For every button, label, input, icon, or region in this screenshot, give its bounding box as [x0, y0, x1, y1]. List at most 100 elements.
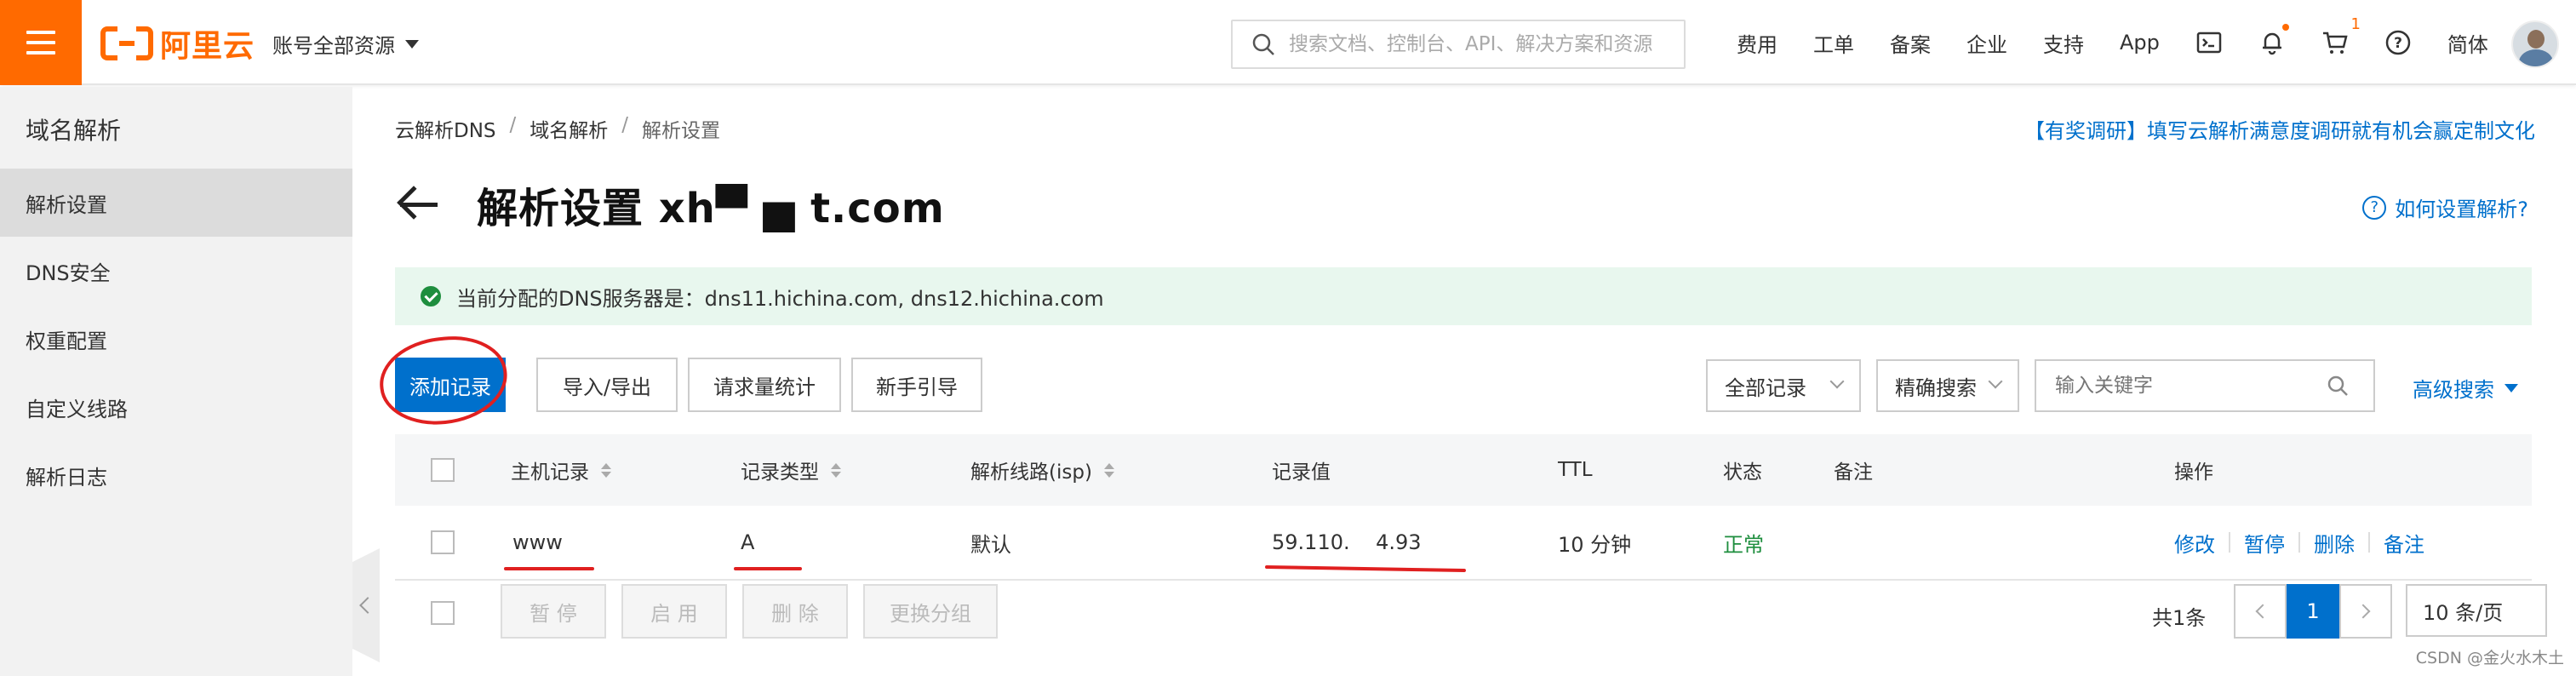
- advanced-search-toggle[interactable]: 高级搜索: [2413, 373, 2518, 403]
- sort-icon[interactable]: [831, 462, 841, 478]
- column-ttl: TTL: [1558, 459, 1593, 481]
- breadcrumb-current: 解析设置: [642, 120, 721, 142]
- record-filter-value: 全部记录: [1725, 375, 1806, 400]
- language-switch[interactable]: 简体: [2447, 28, 2488, 58]
- delete-record-link[interactable]: 删除: [2314, 528, 2355, 558]
- caret-down-icon: [2504, 383, 2518, 392]
- nav-tickets[interactable]: 工单: [1813, 28, 1854, 58]
- beginner-guide-button[interactable]: 新手引导: [851, 358, 982, 412]
- advanced-search-label: 高级搜索: [2413, 378, 2494, 402]
- sort-icon[interactable]: [1103, 462, 1114, 478]
- menu-icon[interactable]: [0, 0, 82, 85]
- caret-down-icon: [405, 39, 419, 49]
- request-stats-button[interactable]: 请求量统计: [688, 358, 841, 412]
- page-size-value: 10 条/页: [2423, 600, 2504, 625]
- check-circle-icon: [421, 286, 441, 306]
- records-table: 主机记录 记录类型 解析线路(isp) 记录值 TTL 状态 备注 操作 www…: [395, 434, 2532, 581]
- nav-support[interactable]: 支持: [2043, 28, 2084, 58]
- sidebar-item-dns-security[interactable]: DNS安全: [0, 237, 352, 305]
- breadcrumb-domain-resolve[interactable]: 域名解析: [530, 114, 608, 143]
- search-icon: [1252, 33, 1274, 55]
- sidebar-item-resolve-log[interactable]: 解析日志: [0, 441, 352, 509]
- main-content: 云解析DNS / 域名解析 / 解析设置 【有奖调研】填写云解析满意度调研就有机…: [380, 87, 2576, 676]
- nav-enterprise[interactable]: 企业: [1966, 28, 2007, 58]
- top-nav: 费用 工单 备案 企业 支持 App 1 ? 简体: [1737, 0, 2524, 85]
- survey-promo-link[interactable]: 【有奖调研】填写云解析满意度调研就有机会赢定制文化: [2024, 114, 2535, 144]
- nav-app[interactable]: App: [2120, 31, 2160, 54]
- sidebar: 域名解析 解析设置 DNS安全 权重配置 自定义线路 解析日志: [0, 87, 352, 676]
- keyword-input[interactable]: [2055, 375, 2310, 397]
- match-mode-select[interactable]: 精确搜索: [1876, 359, 2019, 412]
- sidebar-collapse-handle[interactable]: [352, 548, 380, 662]
- keyword-search[interactable]: [2035, 359, 2375, 412]
- row-line: 默认: [970, 532, 1011, 557]
- column-line[interactable]: 解析线路(isp): [970, 434, 1114, 506]
- user-avatar[interactable]: [2511, 20, 2559, 68]
- page-1-button[interactable]: 1: [2287, 584, 2339, 639]
- svg-text:?: ?: [2394, 35, 2402, 52]
- page-title: 解析设置 xh▀ ▅ t.com: [477, 185, 945, 232]
- column-host-label: 主机记录: [511, 461, 589, 484]
- select-all-checkbox[interactable]: [431, 458, 455, 482]
- row-actions: 修改 暂停 删除 备注: [2174, 506, 2424, 579]
- bulk-enable-button[interactable]: 启 用: [621, 584, 727, 639]
- bulk-pause-button[interactable]: 暂 停: [501, 584, 606, 639]
- column-host[interactable]: 主机记录: [511, 434, 611, 506]
- row-status: 正常: [1723, 532, 1764, 557]
- global-search-input[interactable]: [1289, 33, 1680, 55]
- nav-icp[interactable]: 备案: [1890, 28, 1931, 58]
- column-remark: 备注: [1834, 461, 1873, 484]
- aliyun-logo-mark-icon: [100, 26, 153, 60]
- sidebar-item-weight-config[interactable]: 权重配置: [0, 305, 352, 373]
- nav-billing[interactable]: 费用: [1737, 28, 1777, 58]
- chevron-left-icon: [2255, 604, 2270, 619]
- search-icon[interactable]: [2326, 374, 2350, 398]
- add-record-button[interactable]: 添加记录: [395, 358, 506, 412]
- terminal-icon[interactable]: [2195, 29, 2223, 56]
- column-value: 记录值: [1272, 461, 1331, 484]
- record-filter-select[interactable]: 全部记录: [1706, 359, 1861, 412]
- record-toolbar: 添加记录 导入/导出 请求量统计 新手引导 全部记录 精确搜索 高级搜索: [395, 358, 2532, 414]
- import-export-button[interactable]: 导入/导出: [536, 358, 678, 412]
- bulk-select-checkbox[interactable]: [431, 601, 455, 625]
- column-type-label: 记录类型: [741, 461, 819, 484]
- aliyun-logo[interactable]: 阿里云: [100, 24, 255, 64]
- chevron-down-icon: [1829, 374, 1845, 389]
- sidebar-item-resolve-settings[interactable]: 解析设置: [0, 169, 352, 237]
- help-icon[interactable]: ?: [2384, 29, 2412, 56]
- how-to-resolve-help-link[interactable]: ? 如何设置解析?: [2362, 192, 2528, 222]
- page-size-select[interactable]: 10 条/页: [2406, 584, 2547, 637]
- account-label: 账号全部资源: [272, 34, 395, 58]
- back-arrow-icon[interactable]: [395, 180, 443, 228]
- bulk-change-group-button[interactable]: 更换分组: [863, 584, 998, 639]
- annotation-underline: [504, 567, 594, 570]
- edit-record-link[interactable]: 修改: [2174, 528, 2215, 558]
- column-actions: 操作: [2174, 461, 2213, 484]
- prev-page-button[interactable]: [2234, 584, 2287, 639]
- global-search[interactable]: [1231, 20, 1686, 69]
- breadcrumb-separator: /: [509, 114, 517, 136]
- sidebar-item-custom-line[interactable]: 自定义线路: [0, 373, 352, 441]
- remark-record-link[interactable]: 备注: [2384, 528, 2424, 558]
- column-type[interactable]: 记录类型: [741, 434, 841, 506]
- bell-icon[interactable]: [2258, 24, 2289, 56]
- bulk-delete-button[interactable]: 删 除: [742, 584, 848, 639]
- table-row: www A 默认 59.110. 4.93 10 分钟 正常 修改 暂停 删除 …: [395, 506, 2532, 581]
- next-page-button[interactable]: [2339, 584, 2392, 639]
- column-status: 状态: [1723, 461, 1762, 484]
- pause-record-link[interactable]: 暂停: [2244, 528, 2285, 558]
- match-mode-value: 精确搜索: [1895, 375, 1977, 400]
- column-line-label: 解析线路(isp): [970, 461, 1092, 484]
- annotation-underline: [734, 567, 802, 570]
- bulk-actions-row: 暂 停 启 用 删 除 更换分组 共1条 1 10 条/页: [395, 577, 2547, 649]
- sidebar-title: 域名解析: [26, 117, 122, 145]
- breadcrumb-cloud-dns[interactable]: 云解析DNS: [395, 114, 496, 143]
- dns-server-text: 当前分配的DNS服务器是：dns11.hichina.com, dns12.hi…: [456, 286, 1104, 311]
- row-checkbox[interactable]: [431, 530, 455, 554]
- chevron-down-icon: [1988, 374, 2003, 389]
- sort-icon[interactable]: [601, 462, 611, 478]
- watermark: CSDN @金火水木土: [2415, 649, 2564, 667]
- account-resources-dropdown[interactable]: 账号全部资源: [272, 29, 419, 59]
- cart-icon[interactable]: 1: [2321, 15, 2361, 56]
- help-link-label: 如何设置解析?: [2395, 198, 2528, 221]
